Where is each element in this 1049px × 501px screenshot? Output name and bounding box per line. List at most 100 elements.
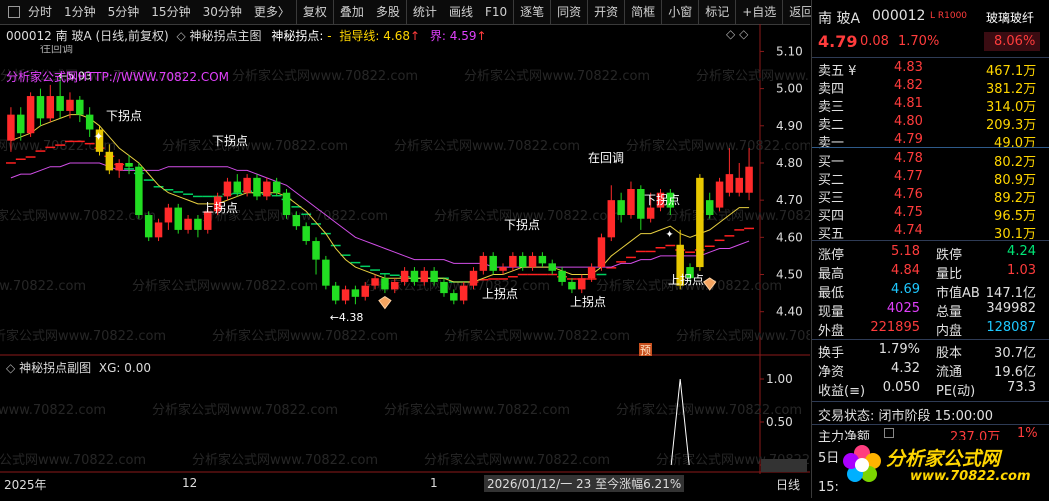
candle-body: [26, 96, 35, 134]
candle-body: [371, 278, 379, 286]
up-turn-label: 上拐点: [202, 200, 238, 215]
sub-chart-title: 神秘拐点副图: [19, 361, 92, 375]
candle-body: [578, 278, 586, 290]
candle-body: [351, 289, 360, 297]
stat-value: 349982: [986, 301, 1036, 316]
sub-chart-header: ◇ 神秘拐点副图 XG: 0.00: [6, 359, 151, 376]
chart-header: 000012 南 玻A (日线,前复权) ◇ 神秘拐点主图 神秘拐点: - 指导…: [6, 29, 487, 43]
settings-diamond-icon[interactable]: ◇: [176, 29, 185, 43]
candle-body: [164, 207, 173, 223]
candle-body: [263, 181, 271, 197]
chart-area[interactable]: 分析家公式网www.70822.com 分析家公式网www.70822.com 分析…: [0, 24, 1049, 498]
toolbar-item-2[interactable]: 5分钟: [102, 0, 146, 24]
stat-row: 外盘 221895 内盘 128087: [812, 318, 1049, 339]
down-turn-label: 下拐点: [212, 133, 248, 148]
toolbar-item-16[interactable]: 小窗: [662, 0, 700, 24]
toolbar-item-18[interactable]: +自选: [736, 0, 784, 24]
candle-body: [46, 96, 55, 119]
candle-body: [154, 222, 163, 238]
candle-body: [322, 259, 330, 286]
diamond-icon[interactable]: ◇: [726, 27, 735, 41]
bid-price: 4.74: [894, 223, 923, 238]
candle-body: [450, 293, 458, 301]
toolbar-item-9[interactable]: 统计: [407, 0, 443, 24]
candle-body: [66, 99, 74, 111]
up-turn-label: 上拐点: [668, 272, 704, 287]
stat-label: 外盘: [818, 324, 845, 339]
candle-body: [410, 270, 419, 282]
toolbar-item-12[interactable]: 逐笔: [514, 0, 552, 24]
price-axis-label: 4.50: [776, 268, 803, 282]
toolbar-item-3[interactable]: 15分钟: [145, 0, 196, 24]
candle-body: [331, 285, 340, 301]
candle-body: [509, 255, 517, 268]
candle-body: [272, 181, 281, 193]
ask-price: 4.79: [894, 132, 923, 147]
stock-name: 南 玻A: [818, 11, 861, 27]
toolbar-item-8[interactable]: 多股: [370, 0, 407, 24]
stat2-row: 换手 1.79% 股本 30.7亿: [812, 340, 1049, 361]
trade-status-row: 交易状态: 闭市阶段 15:00:00: [812, 403, 1049, 424]
toolbar-item-6[interactable]: 复权: [297, 0, 334, 24]
window-controls[interactable]: ◇ ◇: [726, 27, 748, 41]
toolbar-item-15[interactable]: 简框: [625, 0, 663, 24]
stat-value: 4025: [886, 301, 920, 316]
watermark-text: 分析家公式网www.70822.com: [626, 138, 810, 154]
star-marker: ✦: [94, 130, 104, 144]
toolbar-item-17[interactable]: 标记: [699, 0, 737, 24]
xg-value: XG: 0.00: [98, 361, 152, 375]
price-axis-label: 4.70: [776, 193, 803, 207]
toolbar-item-1[interactable]: 1分钟: [58, 0, 102, 24]
candle-body: [528, 255, 537, 268]
toolbar-item-5[interactable]: 更多〉: [248, 0, 297, 24]
ask-price: 4.83: [894, 60, 923, 75]
down-turn-label: 下拐点: [106, 108, 142, 123]
chart-code-name: 000012 南 玻A (日线,前复权): [6, 29, 169, 43]
low-label: ←4.38: [330, 311, 364, 324]
toolbar-item-7[interactable]: 叠加: [334, 0, 370, 24]
sub-axis-label: 1.00: [766, 372, 793, 386]
cursor-date-label: 2026/01/12/一 23 至今涨幅6.21%: [484, 475, 685, 492]
diamond-marker: [378, 295, 392, 310]
flow-checkbox[interactable]: [884, 428, 894, 438]
candle-body: [400, 270, 409, 282]
toolbar-grid-icon[interactable]: [8, 6, 20, 18]
logo-url: www.70822.com: [910, 469, 1031, 484]
logo-text: 分析家公式网: [886, 448, 1001, 470]
sector-name[interactable]: 玻璃玻纤: [986, 9, 1034, 26]
kline-svg[interactable]: 分析家公式网www.70822.com 分析家公式网www.70822.com 分析…: [0, 24, 1049, 498]
toolbar-item-14[interactable]: 开资: [588, 0, 626, 24]
candle-body: [696, 177, 704, 268]
stat2-row: 收益(≡) 0.050 PE(动) 73.3: [812, 378, 1049, 399]
candle-body: [36, 96, 45, 119]
candle-body: [607, 200, 616, 238]
candle-body: [7, 114, 15, 141]
toolbar-item-11[interactable]: F10: [479, 0, 515, 24]
maximize-icon[interactable]: ◇: [739, 27, 748, 41]
watermark-text: 分析家公式网www.70822.com: [0, 208, 156, 224]
stat-value: 221895: [870, 320, 920, 335]
watermark-text: 分析家公式网www.70822.com: [132, 278, 318, 294]
bid-price: 4.78: [894, 151, 923, 166]
sub-toggle-icon[interactable]: ◇: [6, 361, 15, 375]
formula-label: 神秘拐点:: [271, 29, 324, 43]
site-logo: 分析家公式网 www.70822.com: [840, 440, 1046, 490]
toolbar-item-13[interactable]: 同资: [551, 0, 589, 24]
stock-flag: L R1000: [930, 11, 968, 21]
stat-row: 最低 4.69 市值AB 147.1亿: [812, 280, 1049, 301]
ask-price: 4.80: [894, 114, 923, 129]
stock-code: 000012: [872, 8, 926, 24]
toolbar-item-10[interactable]: 画线: [443, 0, 479, 24]
watermark-text: 分析家公式网www.70822.com: [0, 452, 146, 468]
candle-body: [361, 285, 369, 297]
candle-body: [518, 255, 527, 268]
watermark-text: 分析家公式网www.70822.com: [424, 452, 610, 468]
toolbar-item-4[interactable]: 30分钟: [197, 0, 248, 24]
candle-body: [56, 96, 64, 111]
stat-value: 4.32: [891, 361, 920, 376]
bid-price: 4.77: [894, 169, 923, 184]
candle-body: [243, 177, 251, 193]
candle-body: [646, 207, 655, 219]
bid-row: 买五 4.74 30.1万: [812, 221, 1049, 242]
candle-body: [440, 281, 448, 294]
